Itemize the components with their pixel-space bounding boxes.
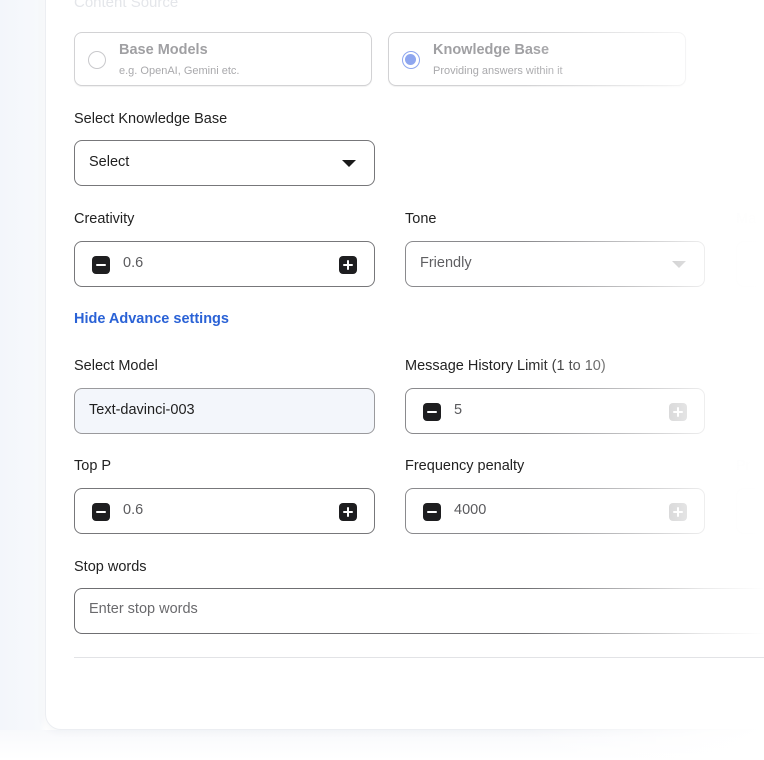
decrement-button[interactable] (92, 256, 110, 274)
stop-words-field[interactable] (74, 588, 764, 634)
model-field[interactable]: Text-davinci-003 (74, 388, 375, 434)
stop-words-input[interactable] (89, 601, 689, 617)
stop-words-label: Stop words (74, 559, 147, 575)
third-column-field[interactable] (736, 241, 764, 287)
third-column-label: Pr (736, 458, 751, 474)
caret-down-icon (672, 261, 686, 268)
radio-checked-icon[interactable] (402, 51, 420, 69)
source-option-subtitle: e.g. OpenAI, Gemini etc. (119, 65, 240, 77)
divider (74, 657, 764, 658)
top-p-label: Top P (74, 458, 112, 474)
minus-icon (96, 264, 106, 267)
knowledge-base-select[interactable]: Select (74, 140, 375, 186)
content-source-heading: Content Source (74, 0, 179, 11)
source-option-base-models[interactable]: Base Models e.g. OpenAI, Gemini etc. (74, 32, 372, 86)
hide-advance-settings-link[interactable]: Hide Advance settings (74, 311, 229, 327)
model-label: Select Model (74, 358, 158, 374)
page: Content Source Base Models e.g. OpenAI, … (0, 0, 764, 760)
source-option-title: Knowledge Base (433, 42, 550, 58)
decrement-button[interactable] (92, 503, 110, 521)
third-column-label: Ma (736, 211, 757, 227)
decrement-button[interactable] (423, 503, 441, 521)
tone-value: Friendly (420, 255, 472, 271)
radio-unchecked-icon[interactable] (88, 51, 106, 69)
source-option-title: Base Models (119, 42, 208, 58)
source-option-knowledge-base[interactable]: Knowledge Base Providing answers within … (388, 32, 686, 86)
top-p-value[interactable]: 0.6 (123, 502, 143, 518)
model-value: Text-davinci-003 (89, 402, 195, 418)
creativity-label: Creativity (74, 211, 135, 227)
knowledge-base-value: Select (89, 154, 130, 170)
frequency-penalty-label: Frequency penalty (405, 458, 525, 474)
minus-icon (96, 511, 106, 514)
tone-select[interactable]: Friendly (405, 241, 705, 287)
minus-icon (427, 511, 437, 514)
increment-button[interactable] (339, 503, 357, 521)
message-history-value[interactable]: 5 (454, 402, 462, 418)
increment-button[interactable] (339, 256, 357, 274)
increment-button[interactable] (669, 403, 687, 421)
minus-icon (427, 411, 437, 414)
creativity-stepper: 0.6 (74, 241, 375, 287)
message-history-stepper: 5 (405, 388, 705, 434)
message-history-label: Message History Limit (1 to 10) (405, 358, 606, 374)
frequency-penalty-stepper: 4000 (405, 488, 705, 534)
tone-label: Tone (405, 211, 437, 227)
source-option-subtitle: Providing answers within it (433, 65, 563, 77)
caret-down-icon (342, 160, 356, 167)
decrement-button[interactable] (423, 403, 441, 421)
top-p-stepper: 0.6 (74, 488, 375, 534)
frequency-penalty-value[interactable]: 4000 (454, 502, 486, 518)
increment-button[interactable] (669, 503, 687, 521)
knowledge-base-label: Select Knowledge Base (74, 111, 228, 127)
third-column-field[interactable] (736, 488, 764, 534)
creativity-value[interactable]: 0.6 (123, 255, 143, 271)
